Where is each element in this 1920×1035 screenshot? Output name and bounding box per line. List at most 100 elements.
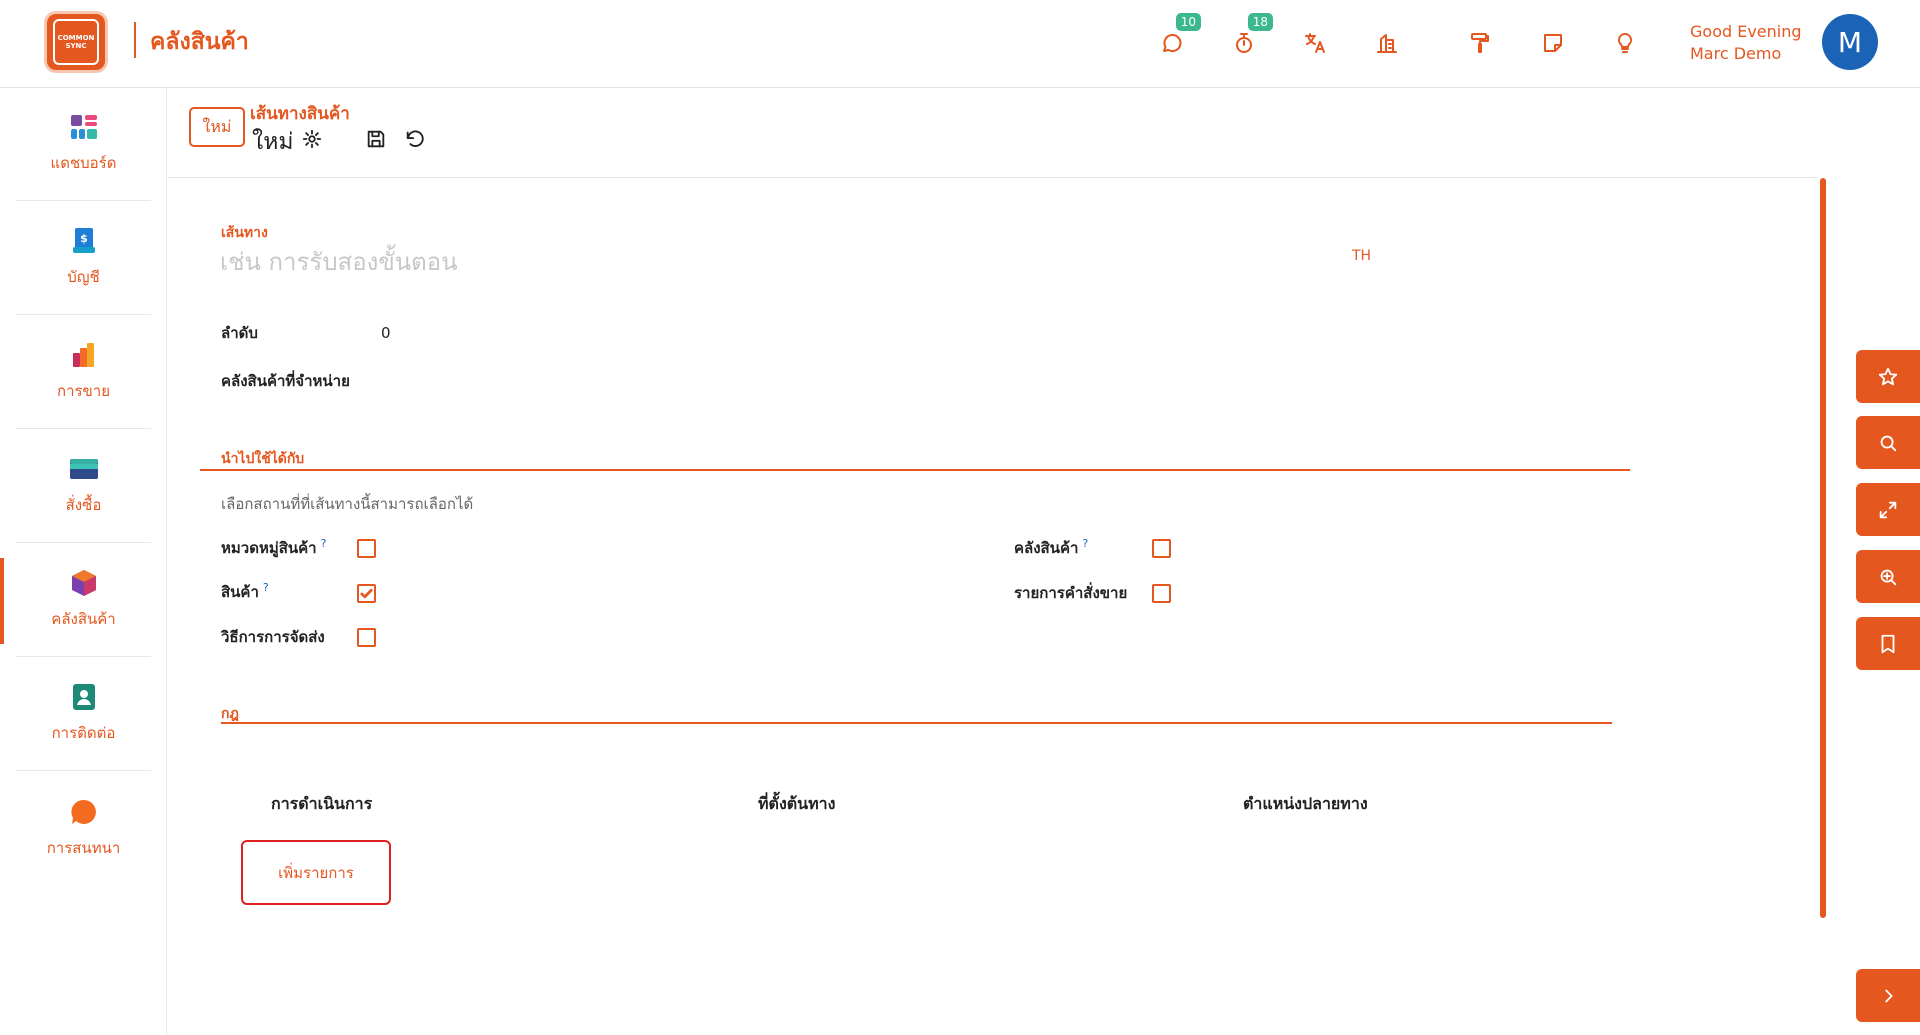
record-title: ใหม่ [252,129,294,155]
stopwatch-icon [1236,33,1252,53]
undo-icon [406,130,424,147]
chat-badge: 10 [1175,13,1201,31]
product-category-checkbox[interactable] [357,539,376,558]
sidebar-item-label: คลังสินค้า [51,610,116,628]
star-icon [1878,367,1898,385]
zoom-in-icon [1880,569,1897,585]
discard-button[interactable] [404,128,428,152]
timer-button[interactable]: 18 [1229,13,1273,58]
greeting-text: Good Evening [1690,22,1802,41]
building-icon [1377,34,1397,53]
option-label: คลังสินค้า [1014,539,1079,557]
sidebar: แดชบอร์ด $ บัญชี การขาย สั่งซื้อ คลังสิน… [0,88,167,1035]
header-divider [168,177,1818,178]
dashboard-icon [70,115,97,139]
ideas-button[interactable] [1610,28,1640,58]
help-tooltip-icon[interactable]: ? [1082,537,1088,550]
sidebar-item-purchase[interactable]: สั่งซื้อ [16,430,151,543]
checkmark-icon [360,588,373,599]
paint-roller-icon [1471,33,1489,53]
bookmark-icon [1881,634,1895,653]
sidebar-item-label: การติดต่อ [51,724,116,742]
column-header-action[interactable]: การดำเนินการ [271,792,372,817]
shipping-method-checkbox[interactable] [357,628,376,647]
theme-button[interactable] [1465,28,1495,58]
sticky-note-icon [1544,34,1562,52]
warehouse-field[interactable] [381,366,981,390]
add-line-button[interactable]: เพิ่มรายการ [241,840,391,905]
expand-icon [1879,501,1897,518]
chat-icon [1163,34,1182,53]
column-header-destination-location[interactable]: ตำแหน่งปลายทาง [1243,792,1368,817]
help-tooltip-icon[interactable]: ? [321,537,327,550]
user-avatar[interactable]: M [1822,14,1878,70]
greeting-block: Good Evening Marc Demo [1690,21,1802,65]
sidebar-item-label: แดชบอร์ด [50,154,117,172]
brand-divider [134,22,136,58]
contact-icon [72,684,95,710]
top-bar: COMMON SYNC คลังสินค้า 10 18 Good Evenin… [0,0,1920,88]
card-icon [69,459,98,479]
applicable-section-title: นำไปใช้ได้กับ [221,451,305,467]
sequence-label: ลำดับ [221,324,258,342]
search-button[interactable] [1856,416,1920,469]
product-option-label: สินค้า? [221,580,269,604]
chat-bubble-icon [70,799,96,824]
chat-button[interactable]: 10 [1157,13,1201,58]
column-header-source-location[interactable]: ที่ตั้งต้นทาง [758,792,835,817]
route-label: เส้นทาง [221,225,268,241]
notes-button[interactable] [1538,28,1568,58]
expand-button[interactable] [1856,483,1920,536]
breadcrumb[interactable]: เส้นทางสินค้า [250,100,350,127]
sidebar-item-dashboard[interactable]: แดชบอร์ด [16,88,151,201]
route-name-input[interactable] [220,244,1120,280]
applicable-hint: เลือกสถานที่ที่เส้นทางนี้สามารถเลือกได้ [221,495,474,513]
company-button[interactable] [1372,28,1402,58]
bookmark-button[interactable] [1856,617,1920,670]
scrollbar[interactable] [1820,178,1826,918]
sidebar-item-label: การสนทนา [46,838,121,857]
language-tag[interactable]: TH [1352,248,1371,264]
next-panel-button[interactable] [1856,969,1920,1022]
language-button[interactable] [1300,28,1330,58]
warehouse-label: คลังสินค้าที่จำหน่าย [221,372,350,390]
sidebar-item-contacts[interactable]: การติดต่อ [16,658,151,771]
sales-order-line-checkbox[interactable] [1152,584,1171,603]
option-label: หมวดหมู่สินค้า [221,539,317,557]
sequence-field[interactable]: 0 [381,324,391,342]
lightbulb-icon [1617,32,1633,53]
settings-button[interactable] [301,128,325,152]
svg-text:$: $ [80,232,88,245]
warehouse-checkbox[interactable] [1152,539,1171,558]
sidebar-item-label: บัญชี [67,268,100,286]
floppy-disk-icon [367,130,385,148]
sales-chart-icon [72,343,94,367]
common-sync-logo[interactable]: COMMON SYNC [44,11,108,73]
shipping-method-option-label: วิธีการการจัดส่ง [221,625,325,649]
product-checkbox[interactable] [357,584,376,603]
warehouse-option-label: คลังสินค้า? [1014,536,1088,560]
sidebar-item-label: การขาย [56,382,111,400]
timer-badge: 18 [1247,13,1273,31]
save-button[interactable] [365,128,389,152]
product-category-option-label: หมวดหมู่สินค้า? [221,536,326,560]
option-label: รายการคำสั่งขาย [1014,584,1128,602]
sidebar-item-discuss[interactable]: การสนทนา [16,772,151,885]
applicable-section-line [200,469,1630,471]
new-record-button[interactable]: ใหม่ [189,107,245,147]
chevron-right-icon [1885,989,1893,1002]
favorite-button[interactable] [1856,350,1920,403]
rules-section-line [221,722,1612,724]
zoom-button[interactable] [1856,550,1920,603]
sidebar-item-label: สั่งซื้อ [65,496,102,514]
logo-text: COMMON SYNC [53,19,99,65]
search-icon [1880,435,1897,451]
sidebar-active-indicator [0,558,4,644]
app-title: คลังสินค้า [150,29,249,55]
option-label: วิธีการการจัดส่ง [221,628,325,646]
sidebar-item-sales[interactable]: การขาย [16,316,151,429]
gear-icon [302,129,322,149]
sidebar-item-accounting[interactable]: $ บัญชี [16,202,151,315]
help-tooltip-icon[interactable]: ? [263,581,269,594]
sidebar-item-inventory[interactable]: คลังสินค้า [16,544,151,657]
